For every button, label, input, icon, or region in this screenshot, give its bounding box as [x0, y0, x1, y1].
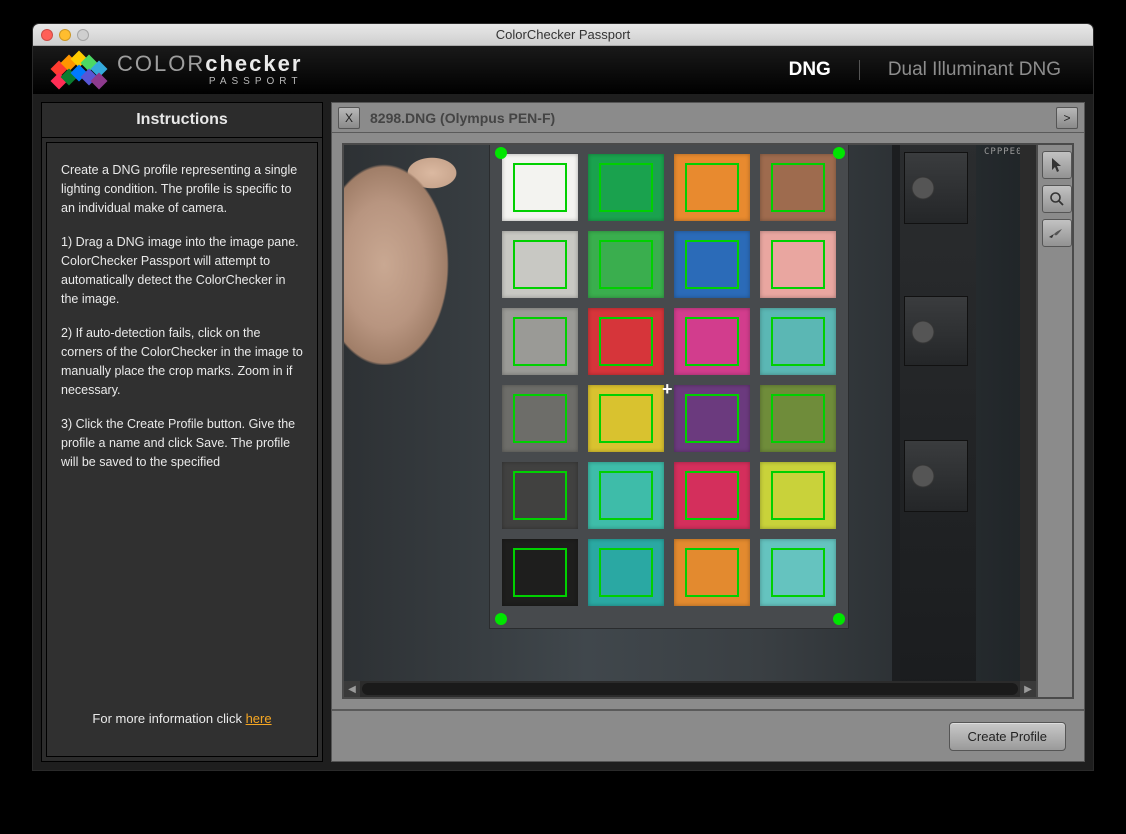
passport-hinge	[892, 145, 976, 697]
color-patch	[760, 231, 836, 298]
color-patch	[502, 154, 578, 221]
color-patch	[674, 462, 750, 529]
next-image-button[interactable]: >	[1056, 107, 1078, 129]
marker-tool-button[interactable]	[1042, 219, 1072, 247]
color-patch	[588, 231, 664, 298]
scroll-right-icon[interactable]: ▶	[1020, 681, 1036, 697]
brand-subtitle: PASSPORT	[209, 77, 303, 87]
tab-separator	[859, 60, 860, 80]
window-controls	[41, 29, 89, 41]
logo-icon	[47, 53, 107, 87]
color-patch	[588, 539, 664, 606]
color-patch	[674, 154, 750, 221]
color-patch	[502, 385, 578, 452]
zoom-tool-button[interactable]	[1042, 185, 1072, 213]
brand-part2: checker	[205, 51, 302, 76]
window-title: ColorChecker Passport	[33, 27, 1093, 42]
pointer-icon	[1049, 157, 1065, 173]
colorchecker-chart	[489, 145, 849, 629]
sidebar-body: Create a DNG profile representing a sing…	[46, 142, 318, 757]
scroll-left-icon[interactable]: ◀	[344, 681, 360, 697]
color-patch	[760, 385, 836, 452]
content-area: Instructions Create a DNG profile repres…	[33, 94, 1093, 770]
footer-text: For more information click	[92, 711, 245, 726]
color-patch	[674, 385, 750, 452]
color-patch	[588, 308, 664, 375]
close-window-icon[interactable]	[41, 29, 53, 41]
color-patch	[674, 308, 750, 375]
scroll-track[interactable]	[362, 683, 1018, 695]
image-canvas[interactable]: CPPPE0609 + ◀ ▶	[344, 145, 1036, 697]
color-patch	[760, 154, 836, 221]
minimize-window-icon[interactable]	[59, 29, 71, 41]
color-patch	[760, 539, 836, 606]
color-patch	[502, 308, 578, 375]
instructions-step-3: 3) Click the Create Profile button. Give…	[61, 415, 303, 471]
tab-dual-illuminant[interactable]: Dual Illuminant DNG	[870, 59, 1079, 81]
instructions-intro: Create a DNG profile representing a sing…	[61, 161, 303, 217]
color-patch	[674, 539, 750, 606]
color-patch	[502, 539, 578, 606]
horizontal-scrollbar[interactable]: ◀ ▶	[344, 681, 1036, 697]
brand-text: COLORchecker PASSPORT	[117, 53, 302, 87]
hand-in-photo	[344, 145, 474, 365]
file-label: 8298.DNG (Olympus PEN-F)	[370, 110, 555, 126]
main-panel: X 8298.DNG (Olympus PEN-F) > CPPPE0609	[331, 102, 1085, 762]
titlebar: ColorChecker Passport	[33, 24, 1093, 46]
sidebar-title: Instructions	[42, 103, 322, 138]
marker-icon	[1048, 226, 1066, 240]
color-patch	[588, 385, 664, 452]
color-patch	[502, 462, 578, 529]
main-header: X 8298.DNG (Olympus PEN-F) >	[332, 103, 1084, 133]
color-patch	[760, 308, 836, 375]
color-patch	[588, 462, 664, 529]
sidebar-footer: For more information click here	[61, 709, 303, 739]
brand-part1: COLOR	[117, 51, 205, 76]
app-window: ColorChecker Passport COLORchecker PASSP…	[33, 24, 1093, 770]
color-patch	[502, 231, 578, 298]
pointer-tool-button[interactable]	[1042, 151, 1072, 179]
instructions-step-1: 1) Drag a DNG image into the image pane.…	[61, 233, 303, 308]
footer-bar: Create Profile	[332, 709, 1084, 761]
color-patch	[674, 231, 750, 298]
create-profile-button[interactable]: Create Profile	[949, 722, 1066, 751]
maximize-window-icon[interactable]	[77, 29, 89, 41]
tab-dng[interactable]: DNG	[771, 59, 849, 81]
color-patch	[588, 154, 664, 221]
tool-column	[1036, 145, 1072, 697]
more-info-link[interactable]: here	[246, 711, 272, 726]
close-image-button[interactable]: X	[338, 107, 360, 129]
vertical-scrollbar[interactable]	[1020, 145, 1036, 681]
image-area: CPPPE0609 + ◀ ▶	[342, 143, 1074, 699]
instructions-step-2: 2) If auto-detection fails, click on the…	[61, 324, 303, 399]
instructions-sidebar: Instructions Create a DNG profile repres…	[41, 102, 323, 762]
magnifier-icon	[1049, 191, 1065, 207]
app-header: COLORchecker PASSPORT DNG Dual Illuminan…	[33, 46, 1093, 94]
color-patch	[760, 462, 836, 529]
